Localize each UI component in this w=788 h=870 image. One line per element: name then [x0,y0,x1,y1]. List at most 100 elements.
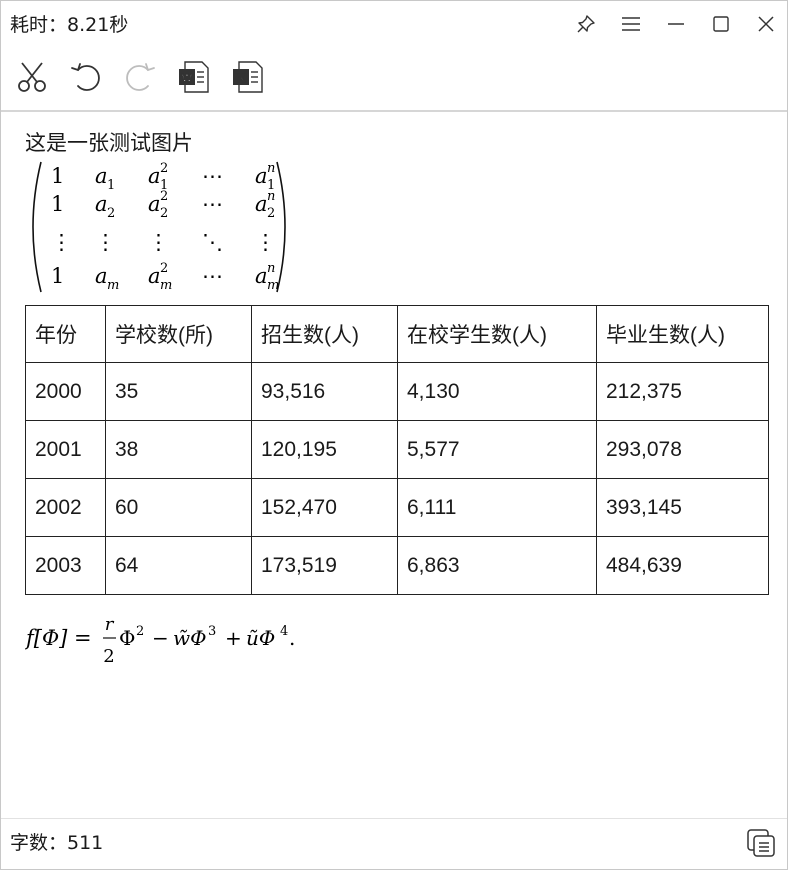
fraction-denominator: 2 [103,646,114,667]
matrix-cell: ⋯ [202,164,223,188]
table-row: 2000 35 93,516 4,130 212,375 [25,362,769,421]
svg-text:X: X [237,73,245,85]
matrix-cells: 1 a 1 a 12 ⋯ a 1n1 a 2 a 22 ⋯ a 2n⋮ ⋮ ⋮ ⋱ ⋮1 a m a m2 ⋯ a mn [51,161,279,293]
matrix-formula: 1 a 1 a 12 ⋯ a 1n1 a 2 a 22 ⋯ a 2n⋮ ⋮ ⋮ ⋱ ⋮1 a m a m2 ⋯ a mn [32,161,286,293]
word-count: 字数：511 [10,832,104,854]
table-cell: 35 [105,362,252,421]
app-window: 耗时：8.21秒 W X 这是一张测试图片 1 a 1 a 1 2 ⋯ a 1 … [0,0,788,870]
scissors-icon[interactable] [14,59,50,95]
term-2-exponent: 3 [208,624,216,639]
matrix-cell: ⋱ [202,230,223,254]
svg-text:W: W [182,73,193,85]
table-cell: 2002 [25,478,106,537]
minimize-icon[interactable] [665,13,687,35]
matrix-cell: 1 [51,264,64,288]
fraction-numerator: r [105,614,115,635]
close-icon[interactable] [755,13,777,35]
toolbar: W X [1,51,787,109]
table-header-cell: 毕业生数(人) [596,305,769,363]
pin-icon[interactable] [575,13,597,35]
table-row: 2001 38 120,195 5,577 293,078 [25,420,769,479]
table-header-cell: 年份 [25,305,106,363]
data-table: 年份 学校数(所) 招生数(人) 在校学生数(人) 毕业生数(人) 2000 3… [25,305,769,595]
table-cell: 6,111 [397,478,597,537]
table-header-cell: 招生数(人) [251,305,398,363]
matrix-superscript: 2 [160,161,168,176]
matrix-superscript: n [267,261,275,276]
matrix-cell: ⋮ [95,230,116,254]
matrix-cell: a [255,192,268,216]
matrix-cell: a [255,164,268,188]
matrix-subscript: m [160,278,172,293]
copy-icon[interactable] [745,827,777,859]
toolbar-divider [1,110,787,112]
result-heading: 这是一张测试图片 [25,131,193,155]
matrix-subscript: 2 [107,206,115,221]
table-cell: 4,130 [397,362,597,421]
matrix-subscript: m [107,278,119,293]
matrix-cell: a [95,192,108,216]
matrix-cell: a [148,164,161,188]
matrix-cell: ⋮ [51,230,72,254]
matrix-cell: a [148,192,161,216]
matrix-subscript: 2 [267,206,275,221]
table-cell: 5,577 [397,420,597,479]
matrix-cell: a [255,264,268,288]
matrix-cell: ⋯ [202,264,223,288]
status-divider [1,818,787,819]
table-cell: 212,375 [596,362,769,421]
table-cell: 293,078 [596,420,769,479]
table-cell: 2001 [25,420,106,479]
term-3: ũΦ [246,626,275,650]
redo-icon[interactable] [122,59,158,95]
equation-formula: f[Φ] = r 2 Φ 2 − w̃Φ 3 + ũΦ 4 . [25,614,295,667]
table-cell: 38 [105,420,252,479]
menu-icon[interactable] [620,13,642,35]
term-3-exponent: 4 [280,624,288,639]
matrix-cell: 1 [51,164,64,188]
plus-sign: + [225,626,242,650]
matrix-superscript: 2 [160,189,168,204]
matrix-cell: a [95,264,108,288]
table-cell: 152,470 [251,478,398,537]
title-bar: 耗时：8.21秒 [1,1,787,47]
term-1: Φ [119,626,135,650]
table-header-cell: 学校数(所) [105,305,252,363]
matrix-superscript: n [267,161,275,176]
table-cell: 393,145 [596,478,769,537]
matrix-cell: ⋮ [148,230,169,254]
table-header-row: 年份 学校数(所) 招生数(人) 在校学生数(人) 毕业生数(人) [25,305,769,363]
equation-end: . [289,626,295,650]
table-row: 2002 60 152,470 6,111 393,145 [25,478,769,537]
matrix-cell: ⋯ [202,192,223,216]
table-cell: 6,863 [397,536,597,595]
equation-lhs: f[Φ] = [25,626,92,650]
excel-export-icon[interactable]: X [230,59,266,95]
matrix-superscript: 2 [160,261,168,276]
matrix-subscript: m [267,278,279,293]
word-export-icon[interactable]: W [176,59,212,95]
term-2: w̃Φ [173,626,207,650]
table-cell: 173,519 [251,536,398,595]
window-title: 耗时：8.21秒 [10,14,129,36]
table-header-cell: 在校学生数(人) [397,305,597,363]
table-cell: 120,195 [251,420,398,479]
matrix-subscript: 1 [107,178,115,193]
table-cell: 484,639 [596,536,769,595]
matrix-superscript: n [267,189,275,204]
result-content: 这是一张测试图片 1 a 1 a 1 2 ⋯ a 1 n 1 a 2 a 2 2 ⋯ a 2 n ⋮ ⋮ ⋮ ⋱ ⋮ 1 a m a m 2… [1,113,787,817]
matrix-cell: a [148,264,161,288]
matrix-right-paren [276,161,286,293]
matrix-cell: a [95,164,108,188]
term-1-exponent: 2 [136,624,144,639]
maximize-icon[interactable] [710,13,732,35]
matrix-subscript: 2 [160,206,168,221]
table-row: 2003 64 173,519 6,863 484,639 [25,536,769,595]
table-cell: 2000 [25,362,106,421]
matrix-cell: 1 [51,192,64,216]
matrix-cell: ⋮ [255,230,276,254]
undo-icon[interactable] [68,59,104,95]
matrix-left-paren [32,161,42,293]
table-cell: 60 [105,478,252,537]
table-cell: 93,516 [251,362,398,421]
